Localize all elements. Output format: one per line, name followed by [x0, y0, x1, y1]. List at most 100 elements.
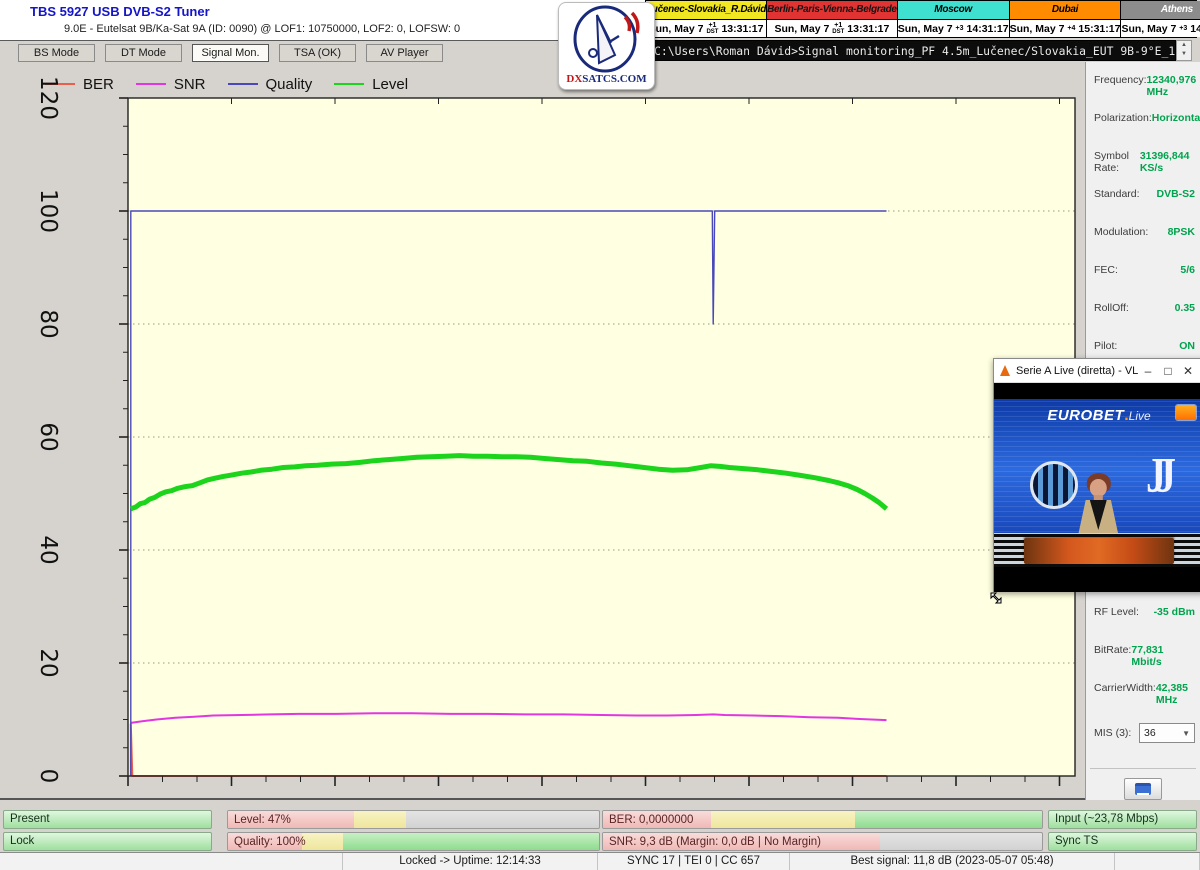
status-row-lock: Lock Quality: 100% SNR: 9,3 dB (Margin: 0,… [0, 832, 1200, 851]
property-label: FEC: [1094, 264, 1118, 280]
progressbar-ber: BER: 0,0000000 [602, 810, 1043, 829]
capture-button[interactable] [1124, 778, 1162, 800]
mis-row: MIS (3): 36 ▼ [1094, 722, 1195, 744]
bar-segment-yellow [354, 811, 406, 828]
mode-tabs: BS Mode DT Mode Signal Mon. TSA (OK) AV Play… [0, 40, 605, 62]
bar-label: SNR: 9,3 dB (Margin: 0,0 dB | No Margin) [609, 833, 821, 851]
clock-time: Sun, May 7+314:31:17 [1121, 20, 1200, 37]
bar-segment-yellow [711, 811, 856, 828]
bar-segment-yellow [302, 833, 343, 850]
property-value: Horizontal [1152, 112, 1200, 128]
clock-city-label: Athens [1121, 1, 1200, 20]
status-spacer [1115, 853, 1200, 870]
console-scrollbar[interactable]: ▲▼ [1176, 40, 1192, 61]
property-label: RollOff: [1094, 302, 1129, 318]
chevron-down-icon: ▼ [1182, 729, 1190, 738]
mis-dropdown[interactable]: 36 ▼ [1139, 723, 1195, 743]
legend-item-level: Level [334, 76, 408, 93]
clock-berlin-paris-vienna-belgrade: Berlin-Paris-Vienna-BelgradeSun, May 7+1… [767, 1, 898, 37]
broadcast-brand: EUROBET.Live [994, 407, 1200, 425]
status-spacer [0, 853, 343, 870]
legend-line-snr [136, 83, 166, 85]
property-label: CarrierWidth: [1094, 682, 1156, 698]
status-best-signal: Best signal: 11,8 dB (2023-05-07 05:48) [790, 853, 1115, 870]
y-tick-label: 120 [33, 74, 63, 122]
y-tick-label: 0 [33, 752, 63, 800]
vlc-player-window[interactable]: Serie A Live (diretta) - VLC ... – □ ✕ E… [993, 358, 1200, 592]
clock-city-label: Moscow [898, 1, 1009, 20]
y-tick-label: 100 [33, 187, 63, 235]
property-label: BitRate: [1094, 644, 1131, 660]
logo-text: DXSATCS.COM [559, 73, 654, 85]
property-fec-: FEC: 5/6 [1094, 264, 1195, 280]
property-rf-level-: RF Level:-35 dBm [1094, 606, 1195, 622]
property-value: ON [1179, 340, 1195, 356]
mis-label: MIS (3): [1094, 727, 1131, 739]
tv-studio-scene: EUROBET.Live JJ [994, 399, 1200, 567]
status-row-present: PresentLevel: 47%BER: 0,0000000Input (~2… [0, 810, 1200, 829]
legend-line-quality [228, 83, 258, 85]
property-value: 8PSK [1168, 226, 1195, 242]
tab-dt-mode[interactable]: DT Mode [105, 44, 182, 62]
letterbox-top [994, 383, 1200, 399]
bar-segment-gray [406, 811, 599, 828]
property-value: 77,831 Mbit/s [1131, 644, 1195, 660]
property-label: Symbol Rate: [1094, 150, 1140, 166]
satellite-dish-icon [559, 3, 654, 73]
capture-icon [1135, 783, 1151, 795]
tab-tsa-ok-[interactable]: TSA (OK) [279, 44, 356, 62]
progressbar-snr: SNR: 9,3 dB (Margin: 0,0 dB | No Margin) [602, 832, 1043, 851]
property-value: 31396,844 KS/s [1140, 150, 1195, 166]
tab-av-player[interactable]: AV Player [366, 44, 443, 62]
signal-chart [0, 62, 1085, 800]
status-sync-17-tei-0-cc-657: SYNC 17 | TEI 0 | CC 657 [598, 853, 790, 870]
vlc-cone-icon [1000, 365, 1010, 376]
property-label: Standard: [1094, 188, 1140, 204]
world-clocks: Lučenec-Slovakia_R.DávidSun, May 7+1DST1… [645, 0, 1197, 38]
legend-label: Level [372, 76, 408, 93]
clock-time: Sun, May 7+415:31:17 [1010, 20, 1121, 37]
legend-label: Quality [266, 76, 313, 93]
y-tick-label: 40 [33, 526, 63, 574]
property-label: Modulation: [1094, 226, 1148, 242]
property-symbol-rate-: Symbol Rate:31396,844 KS/s [1094, 150, 1195, 166]
minimize-button[interactable]: – [1138, 364, 1158, 378]
legend-item-quality: Quality [228, 76, 313, 93]
console-output: C:\Users\Roman Dávid>Signal monitoring_P… [606, 40, 1176, 61]
y-tick-label: 80 [33, 300, 63, 348]
legend-line-level [334, 83, 364, 85]
bar-label: Level: 47% [234, 811, 291, 829]
studio-desk [1024, 538, 1174, 564]
mis-value: 36 [1144, 727, 1156, 739]
clock-moscow: MoscowSun, May 7+314:31:17 [898, 1, 1010, 37]
property-value: 0.35 [1175, 302, 1195, 318]
clock-dubai: DubaiSun, May 7+415:31:17 [1010, 1, 1122, 37]
legend-label: SNR [174, 76, 206, 93]
dxsatcs-logo: DXSATCS.COM [558, 2, 655, 90]
property-value: 5/6 [1180, 264, 1195, 280]
badge-lock: Lock [3, 832, 212, 851]
badge-present: Present [3, 810, 212, 829]
tab-signal-mon-[interactable]: Signal Mon. [192, 44, 269, 62]
brand-live-label: Live [1129, 409, 1151, 423]
resize-cursor-icon [988, 590, 1004, 606]
property-modulation-: Modulation: 8PSK [1094, 226, 1195, 242]
property-bitrate-: BitRate:77,831 Mbit/s [1094, 644, 1195, 660]
bar-segment-green [855, 811, 1042, 828]
vlc-titlebar[interactable]: Serie A Live (diretta) - VLC ... – □ ✕ [994, 359, 1200, 383]
property-label: RF Level: [1094, 606, 1139, 622]
progressbar-level: Level: 47% [227, 810, 600, 829]
property-rolloff-: RollOff: 0.35 [1094, 302, 1195, 318]
vlc-video-area[interactable]: EUROBET.Live JJ [994, 383, 1200, 592]
property-value: DVB-S2 [1156, 188, 1195, 204]
clock-city-label: Dubai [1010, 1, 1121, 20]
letterbox-bottom [994, 567, 1200, 592]
bar-label: Quality: 100% [234, 833, 306, 851]
property-standard-: Standard: DVB-S2 [1094, 188, 1195, 204]
tab-bs-mode[interactable]: BS Mode [18, 44, 95, 62]
clock-time: Sun, May 7+1DST13:31:17 [767, 20, 897, 37]
application-window: TBS 5927 USB DVB-S2 Tuner 9.0E - Eutelsa… [0, 0, 1200, 870]
bar-label: BER: 0,0000000 [609, 811, 693, 829]
maximize-button[interactable]: □ [1158, 364, 1178, 378]
close-button[interactable]: ✕ [1178, 364, 1198, 378]
